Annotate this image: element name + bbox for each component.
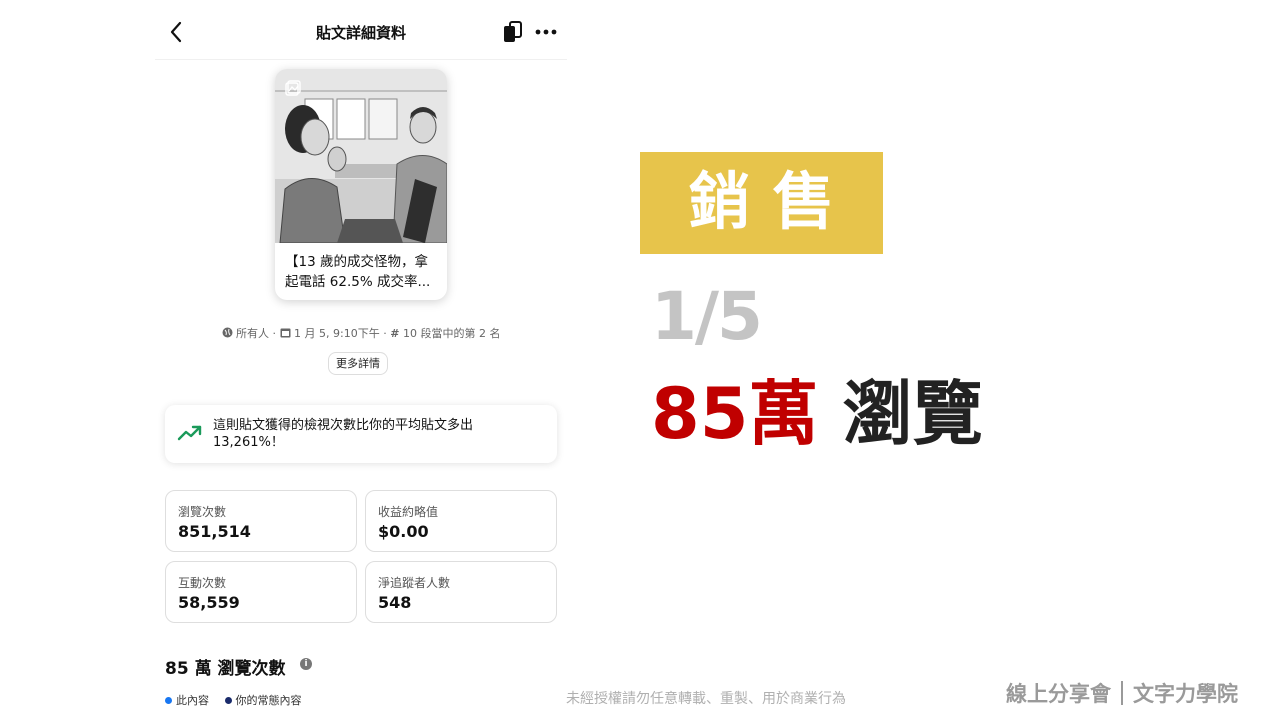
hashtag-icon: # bbox=[390, 327, 400, 340]
metric-label: 互動次數 bbox=[178, 576, 227, 590]
metric-label: 瀏覽次數 bbox=[178, 505, 227, 519]
post-preview-card[interactable]: 【13 歲的成交怪物，拿起電話 62.5% 成交率... bbox=[275, 69, 447, 300]
audience-label: 所有人 bbox=[236, 327, 270, 340]
post-rank: 10 段當中的第 2 名 bbox=[402, 327, 501, 340]
brand-name: 文字力學院 bbox=[1133, 682, 1238, 706]
brand-event: 線上分享會 bbox=[1006, 682, 1111, 706]
copy-icon bbox=[504, 21, 522, 42]
legend-item-typical-content: 你的常態內容 bbox=[224, 694, 302, 707]
insight-text: 這則貼文獲得的檢視次數比你的平均貼文多出 13,261%！ bbox=[213, 418, 474, 450]
post-caption: 【13 歲的成交怪物，拿起電話 62.5% 成交率... bbox=[285, 254, 431, 290]
slide-counter: 1/5 bbox=[651, 278, 763, 355]
metric-value: $0.00 bbox=[378, 522, 429, 541]
separator-dot: · bbox=[272, 327, 277, 340]
metric-value: 58,559 bbox=[178, 593, 240, 612]
copy-button[interactable] bbox=[501, 20, 525, 44]
legend-label: 你的常態內容 bbox=[235, 694, 302, 707]
metric-views[interactable]: 瀏覽次數 851,514 bbox=[165, 490, 357, 552]
headline-text: 瀏覽 bbox=[842, 373, 983, 455]
chart-legend: 此內容 你的常態內容 bbox=[165, 692, 314, 708]
metric-net-followers[interactable]: 淨追蹤者人數 548 bbox=[365, 561, 557, 623]
post-details-screen: 貼文詳細資料 【13 歲的成交怪物，拿起電話 62.5% 成交率... 所有人 … bbox=[155, 0, 567, 720]
brand-footer: 線上分享會 文字力學院 bbox=[1006, 678, 1238, 708]
copyright-watermark: 未經授權請勿任意轉載、重製、用於商業行為 bbox=[566, 691, 846, 707]
more-details-button[interactable]: 更多詳情 bbox=[328, 352, 388, 375]
legend-dot bbox=[165, 697, 172, 704]
more-options-button[interactable] bbox=[533, 20, 559, 44]
post-date: 1 月 5, 9:10下午 bbox=[294, 327, 380, 340]
photo-icon bbox=[285, 80, 301, 96]
headline: 85萬 瀏覽 bbox=[651, 358, 983, 459]
more-icon bbox=[535, 29, 557, 35]
separator-dot: · bbox=[383, 327, 387, 340]
metric-value: 548 bbox=[378, 593, 412, 612]
metric-label: 收益約略值 bbox=[378, 505, 439, 519]
insight-card: 這則貼文獲得的檢視次數比你的平均貼文多出 13,261%！ bbox=[165, 405, 557, 463]
metric-label: 淨追蹤者人數 bbox=[378, 576, 451, 590]
calendar-icon bbox=[280, 328, 291, 338]
headline-number: 85萬 bbox=[651, 373, 819, 455]
views-heading: 85 萬 瀏覽次數 bbox=[165, 659, 286, 679]
post-meta: 所有人 · 1 月 5, 9:10下午 · # 10 段當中的第 2 名 bbox=[155, 325, 567, 341]
brand-divider bbox=[1121, 681, 1123, 705]
sales-badge: 銷售 bbox=[640, 152, 883, 254]
legend-dot bbox=[224, 697, 232, 704]
legend-item-this-content: 此內容 bbox=[165, 694, 213, 707]
globe-icon bbox=[222, 327, 233, 338]
info-icon[interactable]: i bbox=[300, 658, 312, 670]
metric-interactions[interactable]: 互動次數 58,559 bbox=[165, 561, 357, 623]
metric-value: 851,514 bbox=[178, 522, 251, 541]
sales-badge-text: 銷售 bbox=[688, 165, 857, 238]
top-bar: 貼文詳細資料 bbox=[155, 0, 567, 60]
metric-revenue[interactable]: 收益約略值 $0.00 bbox=[365, 490, 557, 552]
trending-up-icon bbox=[177, 425, 202, 441]
legend-label: 此內容 bbox=[176, 694, 209, 707]
